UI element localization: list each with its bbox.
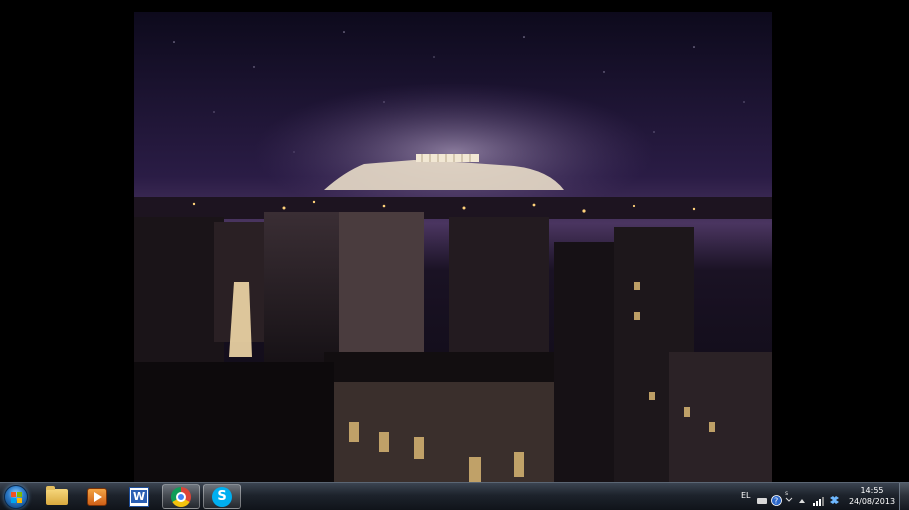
show-desktop-button[interactable] [899, 483, 909, 510]
taskbar: S EL ? s 14:55 24/08/2013 [0, 482, 909, 510]
clock-time: 14:55 [860, 486, 884, 495]
language-indicator[interactable]: EL [741, 491, 751, 500]
start-button[interactable] [2, 484, 30, 510]
show-hidden-icons-icon[interactable] [798, 491, 808, 503]
help-icon[interactable]: ? [771, 491, 782, 506]
network-signal-icon[interactable] [813, 491, 824, 506]
chevron-down-icon[interactable]: s [785, 488, 795, 502]
word-icon [129, 486, 149, 507]
svg-text:?: ? [774, 497, 778, 506]
svg-text:s: s [785, 490, 788, 497]
taskbar-windows-explorer[interactable] [38, 484, 76, 509]
taskbar-google-chrome[interactable] [162, 484, 200, 509]
media-player-icon [87, 487, 107, 506]
folder-icon [46, 485, 68, 505]
skype-icon: S [212, 486, 232, 507]
chrome-icon [171, 486, 191, 507]
taskbar-skype[interactable]: S [203, 484, 241, 509]
acropolis-night-wallpaper [134, 12, 772, 482]
windows-start-orb-icon [4, 485, 28, 509]
taskbar-microsoft-word[interactable] [120, 484, 158, 509]
system-clock[interactable]: 14:55 24/08/2013 [846, 485, 898, 507]
dropbox-icon[interactable] [829, 491, 839, 504]
taskbar-windows-media-player[interactable] [78, 484, 116, 509]
clock-date: 24/08/2013 [848, 497, 896, 506]
keyboard-icon[interactable] [757, 491, 767, 504]
desktop [0, 0, 909, 482]
